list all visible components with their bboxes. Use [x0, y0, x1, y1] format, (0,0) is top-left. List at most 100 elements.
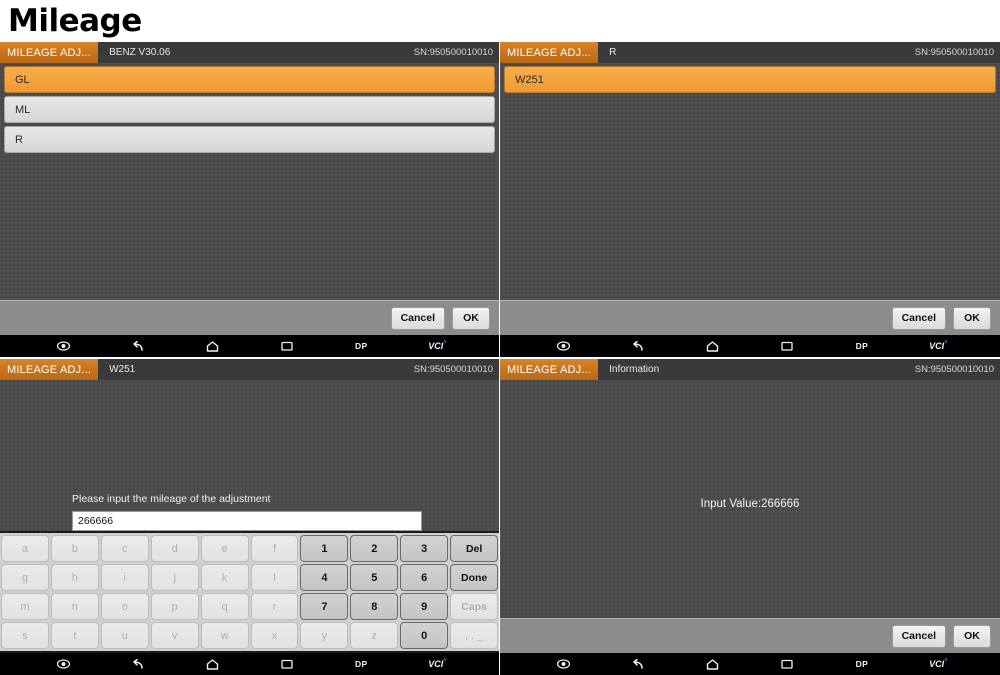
- key-a[interactable]: a: [1, 535, 49, 562]
- vci-label: VCI: [929, 341, 945, 351]
- key-q[interactable]: q: [200, 593, 249, 620]
- page-title: Mileage: [8, 2, 142, 39]
- vci-eye-icon[interactable]: [541, 335, 585, 357]
- android-navbar: DP VCI: [0, 335, 499, 357]
- cancel-button[interactable]: Cancel: [891, 306, 946, 330]
- key-done[interactable]: Done: [450, 564, 499, 591]
- key-9[interactable]: 9: [400, 593, 449, 620]
- key-i[interactable]: i: [100, 564, 149, 591]
- back-icon[interactable]: [616, 653, 660, 675]
- key-f[interactable]: f: [250, 535, 299, 562]
- key-s[interactable]: s: [1, 622, 49, 649]
- vci-button[interactable]: VCI: [915, 335, 959, 357]
- back-icon[interactable]: [616, 335, 660, 357]
- list-item-label: W251: [515, 73, 544, 86]
- vci-eye-icon[interactable]: [41, 335, 85, 357]
- key-j[interactable]: j: [150, 564, 199, 591]
- key-8[interactable]: 8: [350, 593, 399, 620]
- key-4[interactable]: 4: [300, 564, 349, 591]
- vci-icon: VCI: [428, 338, 447, 351]
- key-6[interactable]: 6: [400, 564, 449, 591]
- recents-icon[interactable]: [765, 653, 809, 675]
- vci-button[interactable]: VCI: [414, 335, 458, 357]
- key-z[interactable]: z: [350, 622, 399, 649]
- vci-eye-icon[interactable]: [541, 653, 585, 675]
- ok-button[interactable]: OK: [953, 306, 991, 330]
- key-5[interactable]: 5: [350, 564, 399, 591]
- key-t[interactable]: t: [50, 622, 99, 649]
- serial-number: SN:950500010010: [413, 364, 493, 375]
- dp-button[interactable]: DP: [840, 335, 884, 357]
- key-e[interactable]: e: [200, 535, 249, 562]
- vci-icon: VCI: [929, 656, 948, 669]
- key-h[interactable]: h: [50, 564, 99, 591]
- key-r[interactable]: r: [250, 593, 299, 620]
- dp-button[interactable]: DP: [339, 335, 383, 357]
- dp-label: DP: [354, 659, 368, 669]
- key-d[interactable]: d: [150, 535, 199, 562]
- key-y[interactable]: y: [300, 622, 349, 649]
- key-p[interactable]: p: [150, 593, 199, 620]
- list-item[interactable]: GL: [4, 66, 495, 93]
- list-item[interactable]: ML: [4, 96, 495, 123]
- app-subtitle: R: [609, 47, 617, 58]
- recents-icon[interactable]: [265, 653, 309, 675]
- key-o[interactable]: o: [100, 593, 149, 620]
- mileage-input[interactable]: 266666: [72, 511, 422, 531]
- ok-button[interactable]: OK: [953, 624, 991, 648]
- vci-signal-icon: [944, 656, 948, 663]
- app-header: MILEAGE ADJ... Information SN:9505000100…: [500, 359, 1000, 380]
- recents-icon[interactable]: [765, 335, 809, 357]
- key-2[interactable]: 2: [350, 535, 399, 562]
- key-1[interactable]: 1: [300, 535, 349, 562]
- key-x[interactable]: x: [250, 622, 299, 649]
- app-tab-mileage-adj[interactable]: MILEAGE ADJ...: [500, 42, 599, 63]
- key-b[interactable]: b: [50, 535, 99, 562]
- vci-label: VCI: [929, 659, 945, 669]
- key-k[interactable]: k: [200, 564, 249, 591]
- app-tab-mileage-adj[interactable]: MILEAGE ADJ...: [500, 359, 599, 380]
- key-n[interactable]: n: [50, 593, 99, 620]
- cancel-button[interactable]: Cancel: [891, 624, 946, 648]
- dp-label: DP: [855, 341, 869, 351]
- bottom-toolbar: Cancel OK: [500, 618, 1000, 653]
- list-item[interactable]: R: [4, 126, 495, 153]
- vci-label: VCI: [428, 341, 444, 351]
- key-m[interactable]: m: [1, 593, 49, 620]
- list-item[interactable]: W251: [504, 66, 996, 93]
- dp-button[interactable]: DP: [840, 653, 884, 675]
- onscreen-keyboard[interactable]: a b c d e f 1 2 3 Del g h i j k l 4 5 6 Done m n o p q r 7 8 9 Caps s t…: [0, 531, 499, 653]
- key-l[interactable]: l: [250, 564, 299, 591]
- key-0[interactable]: 0: [400, 622, 449, 649]
- key-[interactable]: , . _: [450, 622, 499, 649]
- back-icon[interactable]: [116, 335, 160, 357]
- home-icon[interactable]: [190, 335, 234, 357]
- vci-eye-icon[interactable]: [41, 653, 85, 675]
- key-v[interactable]: v: [150, 622, 199, 649]
- key-g[interactable]: g: [1, 564, 49, 591]
- vci-button[interactable]: VCI: [414, 653, 458, 675]
- serial-number: SN:950500010010: [914, 364, 994, 375]
- key-u[interactable]: u: [100, 622, 149, 649]
- key-w[interactable]: w: [200, 622, 249, 649]
- app-tab-mileage-adj[interactable]: MILEAGE ADJ...: [0, 359, 99, 380]
- home-icon[interactable]: [691, 335, 735, 357]
- key-del[interactable]: Del: [450, 535, 499, 562]
- recents-icon[interactable]: [265, 335, 309, 357]
- home-icon[interactable]: [190, 653, 234, 675]
- ok-button[interactable]: OK: [452, 306, 490, 330]
- dp-button[interactable]: DP: [339, 653, 383, 675]
- app-header: MILEAGE ADJ... R SN:950500010010: [500, 42, 1000, 63]
- cancel-button[interactable]: Cancel: [390, 306, 445, 330]
- home-icon[interactable]: [691, 653, 735, 675]
- key-caps[interactable]: Caps: [450, 593, 499, 620]
- vci-button[interactable]: VCI: [915, 653, 959, 675]
- key-c[interactable]: c: [100, 535, 149, 562]
- screen-mileage-input: MILEAGE ADJ... W251 SN:950500010010 Plea…: [0, 359, 499, 675]
- key-3[interactable]: 3: [400, 535, 449, 562]
- back-icon[interactable]: [116, 653, 160, 675]
- app-tab-mileage-adj[interactable]: MILEAGE ADJ...: [0, 42, 99, 63]
- android-navbar: DP VCI: [0, 653, 499, 675]
- key-7[interactable]: 7: [300, 593, 349, 620]
- serial-number: SN:950500010010: [413, 47, 493, 58]
